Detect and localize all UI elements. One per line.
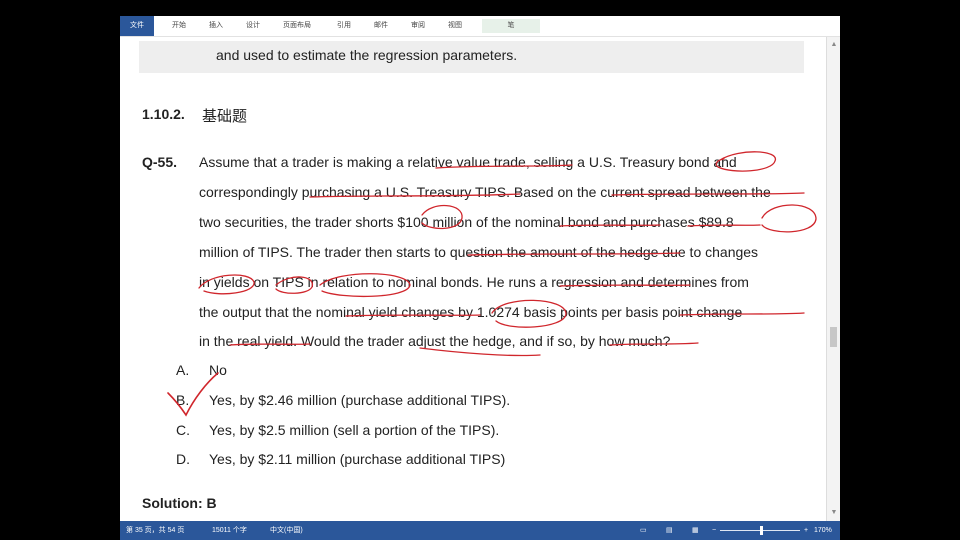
question-line: in the real yield. Would the trader adju… bbox=[199, 333, 671, 349]
vertical-scrollbar[interactable]: ▲ ▼ bbox=[826, 37, 840, 521]
tab-mailings[interactable]: 邮件 bbox=[370, 19, 392, 33]
tab-home[interactable]: 开始 bbox=[168, 19, 190, 33]
option-letter: D. bbox=[176, 451, 190, 467]
question-line: the output that the nominal yield change… bbox=[199, 304, 743, 320]
zoom-out-icon[interactable]: − bbox=[712, 521, 716, 540]
print-layout-icon[interactable]: ▤ bbox=[666, 521, 673, 540]
option-text: No bbox=[209, 362, 227, 378]
scroll-up-icon[interactable]: ▲ bbox=[829, 40, 839, 50]
tab-layout[interactable]: 页面布局 bbox=[279, 19, 315, 33]
question-line: Assume that a trader is making a relativ… bbox=[199, 154, 737, 170]
question-line: two securities, the trader shorts $100 m… bbox=[199, 214, 734, 230]
document-page[interactable]: and used to estimate the regression para… bbox=[120, 37, 826, 521]
read-mode-icon[interactable]: ▭ bbox=[640, 521, 647, 540]
web-layout-icon[interactable]: ▦ bbox=[692, 521, 699, 540]
zoom-slider-knob[interactable] bbox=[760, 526, 763, 535]
solution-text: Solution: B bbox=[142, 495, 217, 511]
question-line: correspondingly purchasing a U.S. Treasu… bbox=[199, 184, 771, 200]
status-bar: 第 35 页，共 54 页 15011 个字 中文(中国) ▭ ▤ ▦ − + … bbox=[120, 521, 840, 540]
section-title: 基础题 bbox=[202, 107, 248, 125]
page-indicator[interactable]: 第 35 页，共 54 页 bbox=[126, 521, 184, 540]
right-letterbox bbox=[840, 0, 960, 540]
zoom-level[interactable]: 170% bbox=[814, 521, 832, 540]
option-text: Yes, by $2.46 million (purchase addition… bbox=[209, 392, 511, 408]
intro-text: and used to estimate the regression para… bbox=[216, 47, 518, 63]
option-letter: C. bbox=[176, 422, 190, 438]
zoom-in-icon[interactable]: + bbox=[804, 521, 808, 540]
option-text: Yes, by $2.11 million (purchase addition… bbox=[209, 451, 506, 467]
word-window: 文件 开始 插入 设计 页面布局 引用 邮件 审阅 视图 笔 and used … bbox=[120, 16, 840, 540]
circle-89-8 bbox=[761, 204, 817, 233]
underline-adjust-hedge bbox=[419, 347, 541, 357]
word-count[interactable]: 15011 个字 bbox=[212, 521, 247, 540]
tab-references[interactable]: 引用 bbox=[333, 19, 355, 33]
tab-pen[interactable]: 笔 bbox=[482, 19, 540, 33]
option-text: Yes, by $2.5 million (sell a portion of … bbox=[209, 422, 500, 438]
tab-insert[interactable]: 插入 bbox=[205, 19, 227, 33]
tab-review[interactable]: 审阅 bbox=[407, 19, 429, 33]
question-line: million of TIPS. The trader then starts … bbox=[199, 244, 759, 260]
scroll-thumb[interactable] bbox=[830, 327, 837, 347]
language-indicator[interactable]: 中文(中国) bbox=[270, 521, 303, 540]
question-line: in yields on TIPS in relation to nominal… bbox=[199, 274, 749, 290]
ribbon-tabs: 文件 开始 插入 设计 页面布局 引用 邮件 审阅 视图 笔 bbox=[120, 16, 840, 37]
option-letter: B. bbox=[176, 392, 190, 408]
scroll-down-icon[interactable]: ▼ bbox=[829, 508, 839, 518]
left-letterbox bbox=[0, 0, 120, 540]
tab-design[interactable]: 设计 bbox=[242, 19, 264, 33]
section-number: 1.10.2. bbox=[142, 106, 185, 122]
option-letter: A. bbox=[176, 362, 190, 378]
tab-view[interactable]: 视图 bbox=[444, 19, 466, 33]
question-number: Q-55. bbox=[142, 154, 178, 170]
tab-file[interactable]: 文件 bbox=[120, 16, 154, 36]
